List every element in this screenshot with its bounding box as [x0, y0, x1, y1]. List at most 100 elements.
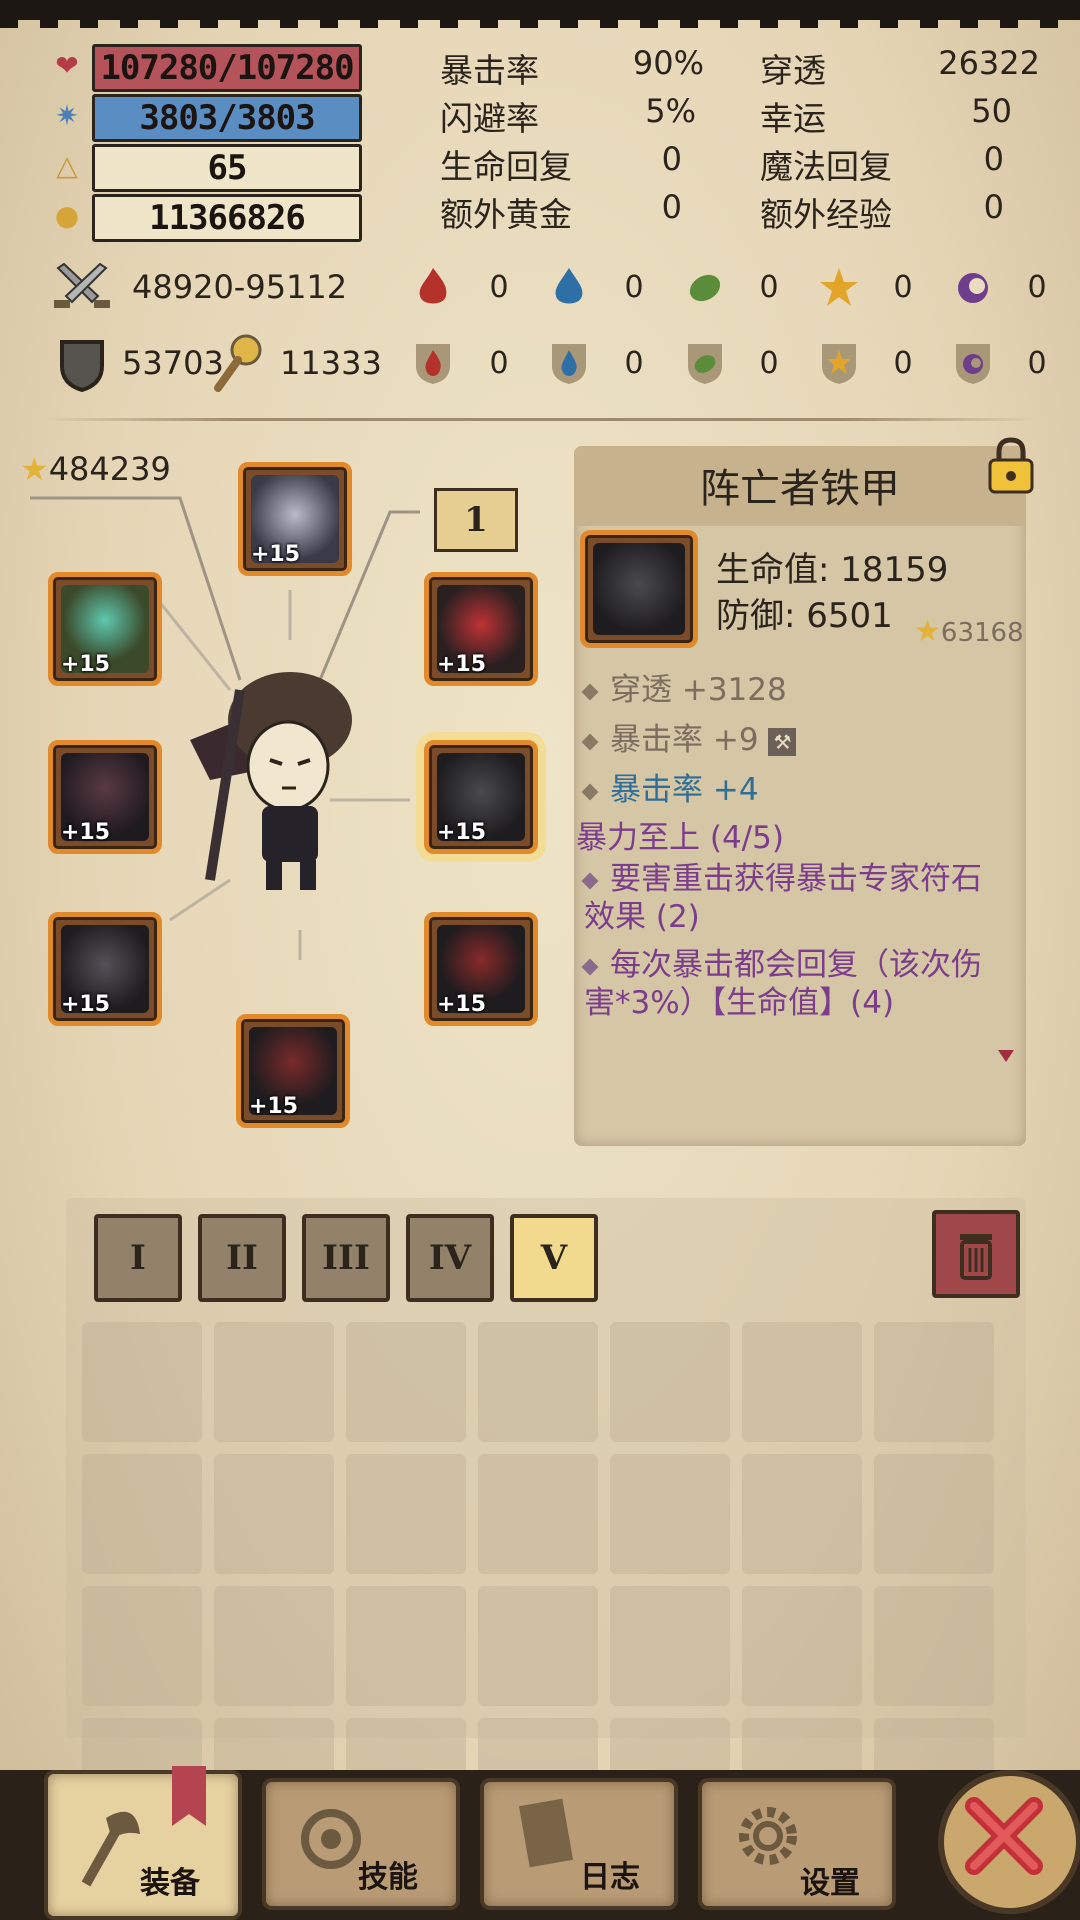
set-bonus-row: 每次暴击都会回复（该次伤害*3%）【生命值】(4): [581, 946, 1004, 1022]
attr-value: 0: [661, 188, 682, 226]
equip-slot-cape[interactable]: +15: [424, 572, 538, 686]
lock-icon[interactable]: [986, 436, 1036, 496]
inventory-slot[interactable]: [610, 1322, 730, 1442]
attr-value: 0: [983, 188, 1004, 226]
water-icon: [555, 268, 583, 304]
equip-slot-weapon[interactable]: +15: [48, 740, 162, 854]
inventory-slot[interactable]: [82, 1322, 202, 1442]
water-defense-value: 0: [624, 346, 644, 381]
attr-label: 幸运: [760, 99, 826, 138]
character-avatar: [190, 672, 352, 890]
diamond-bullet-icon: [581, 958, 599, 975]
equip-slot-helmet[interactable]: +15: [238, 462, 352, 576]
log-icon: [518, 1798, 574, 1868]
inventory-slot[interactable]: [82, 1586, 202, 1706]
shield-icon: [60, 340, 104, 392]
inventory-slot[interactable]: [346, 1322, 466, 1442]
inventory-slot[interactable]: [346, 1586, 466, 1706]
top-edge: [0, 0, 1080, 28]
close-button[interactable]: [938, 1770, 1080, 1914]
selected-item-icon: [580, 530, 698, 648]
hammer-icon: ⚒: [768, 727, 797, 756]
attr-value: 5%: [645, 92, 696, 130]
inventory-slot[interactable]: [742, 1322, 862, 1442]
attr-value: 0: [983, 140, 1004, 178]
nature-attack-value: 0: [759, 270, 779, 305]
nature-defense-value: 0: [759, 346, 779, 381]
nav-log-button[interactable]: 日志: [480, 1778, 678, 1910]
nav-skills-button[interactable]: 技能: [262, 1778, 460, 1910]
inventory-slot[interactable]: [874, 1454, 994, 1574]
attr-label: 魔法回复: [760, 147, 892, 186]
fire-attack-value: 0: [489, 270, 509, 305]
skill-icon: [301, 1809, 361, 1869]
item-attr-row: 穿透 +3128: [581, 664, 787, 709]
inventory-slot[interactable]: [610, 1454, 730, 1574]
item-score: ★63168: [914, 614, 1024, 649]
tab-page-2[interactable]: II: [198, 1214, 286, 1302]
hp-bar: 107280/107280: [92, 44, 362, 92]
enhance-level: +15: [251, 542, 301, 567]
inventory-slot[interactable]: [214, 1586, 334, 1706]
nature-resist-icon: [688, 344, 722, 384]
inventory-slot[interactable]: [610, 1586, 730, 1706]
inventory-slot[interactable]: [478, 1322, 598, 1442]
trash-button[interactable]: [932, 1210, 1020, 1298]
inventory-slot[interactable]: [214, 1322, 334, 1442]
enhance-level: +15: [437, 820, 487, 845]
item-score-value: 63168: [940, 618, 1024, 648]
defense-value: 53703: [122, 344, 224, 382]
equip-slot-necklace[interactable]: +15: [48, 572, 162, 686]
level-bar: 65: [92, 144, 362, 192]
set-page-button[interactable]: 1: [434, 488, 518, 552]
level-icon: △: [56, 148, 78, 182]
inventory-slot[interactable]: [82, 1454, 202, 1574]
nav-settings-button[interactable]: 设置: [698, 1778, 896, 1910]
enhance-level: +15: [249, 1094, 299, 1119]
diamond-bullet-icon: [581, 783, 599, 800]
inventory-slot[interactable]: [742, 1454, 862, 1574]
item-attr: 暴击率 +4: [610, 772, 759, 808]
tab-page-4[interactable]: IV: [406, 1214, 494, 1302]
equip-slot-belt[interactable]: +15: [424, 912, 538, 1026]
armor-icon: [593, 543, 685, 635]
bookmark-icon: [172, 1766, 206, 1826]
inventory-slot[interactable]: [346, 1454, 466, 1574]
set-bonus: 每次暴击都会回复（该次伤害*3%）【生命值】(4): [584, 947, 982, 1021]
shadow-icon: [958, 273, 988, 303]
tab-page-3[interactable]: III: [302, 1214, 390, 1302]
inventory-slot[interactable]: [478, 1454, 598, 1574]
equip-slot-gloves[interactable]: +15: [48, 912, 162, 1026]
item-attr: 穿透 +3128: [610, 672, 787, 708]
inventory-slot[interactable]: [214, 1454, 334, 1574]
nav-equip-button[interactable]: 装备: [44, 1766, 242, 1920]
tab-page-5[interactable]: V: [510, 1214, 598, 1302]
attr-label: 闪避率: [440, 99, 539, 138]
attr-label: 穿透: [760, 51, 826, 90]
axe-icon: [81, 1811, 140, 1887]
gear-icon: [739, 1807, 797, 1865]
gold-bar: 11366826: [92, 194, 362, 242]
light-defense-value: 0: [893, 346, 913, 381]
item-name: 阵亡者铁甲: [700, 466, 900, 512]
shadow-defense-value: 0: [1027, 346, 1047, 381]
inventory-slot[interactable]: [874, 1322, 994, 1442]
water-attack-value: 0: [624, 270, 644, 305]
inventory-slot[interactable]: [742, 1586, 862, 1706]
inventory-slot[interactable]: [874, 1586, 994, 1706]
enhance-level: +15: [61, 652, 111, 677]
set-name: 暴力至上 (4/5): [576, 820, 784, 856]
magic-defense-value: 11333: [280, 344, 382, 382]
diamond-bullet-icon: [581, 872, 599, 889]
nav-settings-label: 设置: [800, 1866, 860, 1901]
equip-slot-boots[interactable]: +15: [236, 1014, 350, 1128]
scroll-down-icon[interactable]: [998, 1050, 1014, 1062]
nature-icon: [689, 274, 721, 302]
item-attr-row: 暴击率 +4: [581, 764, 759, 809]
inventory-slot[interactable]: [478, 1586, 598, 1706]
mana-icon: ✷: [55, 98, 79, 132]
fire-resist-icon: [416, 344, 450, 384]
attr-label: 暴击率: [440, 51, 539, 90]
tab-page-1[interactable]: I: [94, 1214, 182, 1302]
equip-slot-armor[interactable]: +15: [424, 740, 538, 854]
